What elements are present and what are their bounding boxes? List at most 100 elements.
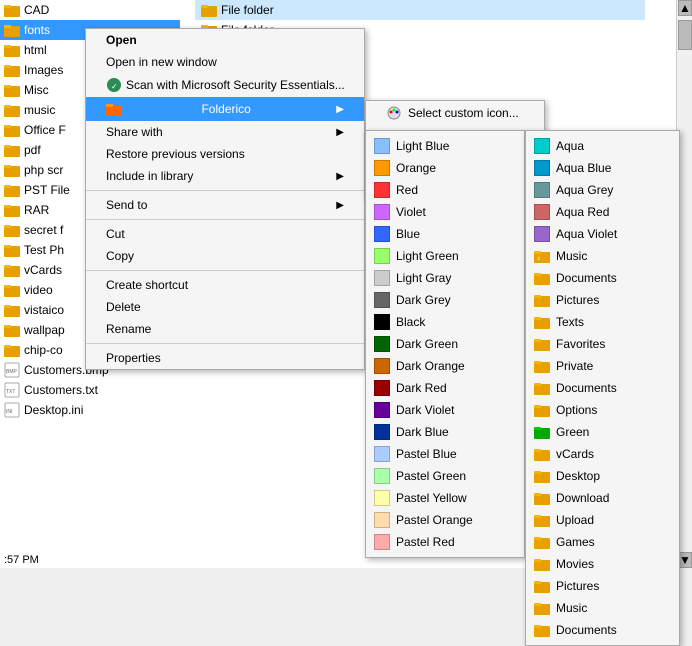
- color-swatch: [374, 204, 390, 220]
- item-label: html: [24, 43, 47, 57]
- color-red[interactable]: Red: [366, 179, 524, 201]
- folder-icon: [4, 202, 20, 218]
- folder-icon: [4, 22, 20, 38]
- category-music[interactable]: ♪ Music: [526, 245, 679, 267]
- color-dark-red[interactable]: Dark Red: [366, 377, 524, 399]
- context-menu: Open Open in new window ✓ Scan with Micr…: [85, 28, 365, 370]
- menu-item-restore[interactable]: Restore previous versions: [86, 143, 364, 165]
- color-swatch: [374, 512, 390, 528]
- category-movies[interactable]: Movies: [526, 553, 679, 575]
- color-dark-blue[interactable]: Dark Blue: [366, 421, 524, 443]
- item-label: vistaico: [24, 303, 64, 317]
- color-violet[interactable]: Violet: [366, 201, 524, 223]
- folder-icon: [4, 2, 20, 18]
- color-pastel-green[interactable]: Pastel Green: [366, 465, 524, 487]
- color-dark-green[interactable]: Dark Green: [366, 333, 524, 355]
- category-texts[interactable]: Texts: [526, 311, 679, 333]
- category-green-folder[interactable]: Green: [526, 421, 679, 443]
- color-swatch: [534, 160, 550, 176]
- category-documents-2[interactable]: Documents: [526, 377, 679, 399]
- item-label: wallpap: [24, 323, 65, 337]
- security-icon: ✓: [106, 77, 122, 93]
- list-item[interactable]: CAD: [0, 0, 180, 20]
- color-dark-grey[interactable]: Dark Grey: [366, 289, 524, 311]
- color-swatch: [374, 402, 390, 418]
- palette-icon: [386, 105, 402, 121]
- color-aqua-blue[interactable]: Aqua Blue: [526, 157, 679, 179]
- menu-item-rename[interactable]: Rename: [86, 318, 364, 340]
- category-games[interactable]: Games: [526, 531, 679, 553]
- submenu-arrow: ▶: [336, 104, 344, 115]
- color-dark-orange[interactable]: Dark Orange: [366, 355, 524, 377]
- category-vcards[interactable]: vCards: [526, 443, 679, 465]
- color-aqua-red[interactable]: Aqua Red: [526, 201, 679, 223]
- category-documents[interactable]: Documents: [526, 267, 679, 289]
- menu-item-open-new-window[interactable]: Open in new window: [86, 51, 364, 73]
- category-desktop[interactable]: Desktop: [526, 465, 679, 487]
- list-item[interactable]: INI Desktop.ini: [0, 400, 180, 420]
- menu-item-copy[interactable]: Copy: [86, 245, 364, 267]
- color-orange[interactable]: Orange: [366, 157, 524, 179]
- color-submenu-1: Light Blue Orange Red Violet Blue Light …: [365, 130, 525, 558]
- category-upload[interactable]: Upload: [526, 509, 679, 531]
- menu-item-send-to[interactable]: Send to ▶: [86, 194, 364, 216]
- category-pictures[interactable]: Pictures: [526, 289, 679, 311]
- list-item[interactable]: TXT Customers.txt: [0, 380, 180, 400]
- menu-item-folderico[interactable]: Folderico ▶: [86, 97, 364, 121]
- file-txt-icon: TXT: [4, 382, 20, 398]
- category-options[interactable]: Options: [526, 399, 679, 421]
- folder-item-icon: [201, 2, 217, 18]
- menu-item-delete[interactable]: Delete: [86, 296, 364, 318]
- color-pastel-orange[interactable]: Pastel Orange: [366, 509, 524, 531]
- color-aqua-violet[interactable]: Aqua Violet: [526, 223, 679, 245]
- category-pictures-2[interactable]: Pictures: [526, 575, 679, 597]
- color-black[interactable]: Black: [366, 311, 524, 333]
- menu-item-share-with[interactable]: Share with ▶: [86, 121, 364, 143]
- item-label: Images: [24, 63, 63, 77]
- color-swatch: [374, 160, 390, 176]
- color-swatch: [374, 380, 390, 396]
- color-light-gray[interactable]: Light Gray: [366, 267, 524, 289]
- folder-vcards-icon: [534, 446, 550, 462]
- category-music-2[interactable]: Music: [526, 597, 679, 619]
- item-label: Desktop.ini: [24, 403, 83, 417]
- category-private[interactable]: Private: [526, 355, 679, 377]
- color-swatch: [374, 446, 390, 462]
- folder-docs-icon: [534, 380, 550, 396]
- folder-pics-icon: [534, 578, 550, 594]
- color-pastel-red[interactable]: Pastel Red: [366, 531, 524, 553]
- item-label: Office F: [24, 123, 66, 137]
- folderico-select-icon[interactable]: Select custom icon...: [366, 101, 544, 125]
- color-swatch: [534, 182, 550, 198]
- menu-item-scan[interactable]: ✓ Scan with Microsoft Security Essential…: [86, 73, 364, 97]
- svg-text:INI: INI: [6, 409, 12, 415]
- color-swatch: [374, 534, 390, 550]
- folder-icon: [4, 242, 20, 258]
- menu-item-include-lib[interactable]: Include in library ▶: [86, 165, 364, 187]
- menu-item-open[interactable]: Open: [86, 29, 364, 51]
- category-documents-3[interactable]: Documents: [526, 619, 679, 641]
- scroll-up-button[interactable]: ▲: [678, 0, 692, 16]
- menu-item-cut[interactable]: Cut: [86, 223, 364, 245]
- color-blue[interactable]: Blue: [366, 223, 524, 245]
- color-swatch: [374, 314, 390, 330]
- file-folder-item-selected[interactable]: File folder: [195, 0, 645, 20]
- color-light-blue[interactable]: Light Blue: [366, 135, 524, 157]
- folder-icon: [4, 302, 20, 318]
- color-swatch: [374, 138, 390, 154]
- category-favorites[interactable]: Favorites: [526, 333, 679, 355]
- menu-item-properties[interactable]: Properties: [86, 347, 364, 369]
- scroll-down-button[interactable]: ▼: [678, 552, 692, 568]
- item-label: Customers.txt: [24, 383, 98, 397]
- color-pastel-yellow[interactable]: Pastel Yellow: [366, 487, 524, 509]
- color-dark-violet[interactable]: Dark Violet: [366, 399, 524, 421]
- color-light-green[interactable]: Light Green: [366, 245, 524, 267]
- color-pastel-blue[interactable]: Pastel Blue: [366, 443, 524, 465]
- color-swatch: [374, 292, 390, 308]
- category-download[interactable]: Download: [526, 487, 679, 509]
- scroll-thumb[interactable]: [678, 20, 692, 50]
- submenu-arrow: ▶: [336, 200, 344, 211]
- color-aqua[interactable]: Aqua: [526, 135, 679, 157]
- menu-item-create-shortcut[interactable]: Create shortcut: [86, 274, 364, 296]
- color-aqua-grey[interactable]: Aqua Grey: [526, 179, 679, 201]
